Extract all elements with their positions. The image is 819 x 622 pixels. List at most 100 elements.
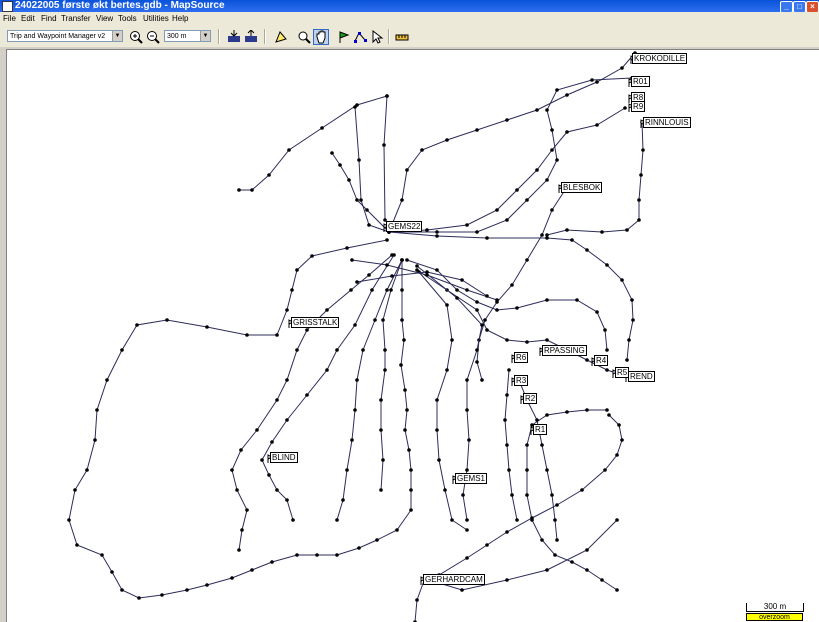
track-point — [505, 218, 509, 222]
waypoint-label[interactable]: GEMS1 — [455, 473, 488, 484]
waypoint-label[interactable]: R1 — [533, 424, 548, 435]
menu-utilities[interactable]: Utilities — [143, 12, 169, 25]
pointer-icon[interactable] — [369, 29, 385, 45]
menu-tools[interactable]: Tools — [118, 12, 137, 25]
route-tool-icon[interactable] — [352, 29, 368, 45]
track-point — [315, 553, 319, 557]
track-line[interactable] — [406, 259, 608, 351]
menu-find[interactable]: Find — [41, 12, 57, 25]
track-point — [623, 106, 627, 110]
track-point — [525, 493, 529, 497]
track-point — [450, 338, 454, 342]
waypoint-label[interactable]: GRISSTALK — [291, 317, 340, 328]
track-line[interactable] — [424, 414, 623, 579]
track-point — [415, 598, 419, 602]
track-line[interactable] — [336, 259, 403, 521]
track-line[interactable] — [261, 254, 395, 521]
track-line[interactable] — [239, 95, 388, 191]
mapsource-app-icon[interactable] — [2, 1, 13, 12]
close-button[interactable]: × — [806, 1, 819, 12]
waypoint-label[interactable]: BLIND — [270, 452, 298, 463]
track-point — [237, 548, 241, 552]
track-point — [465, 518, 469, 522]
track-line[interactable] — [389, 77, 633, 233]
track-point — [530, 516, 534, 520]
track-point — [110, 570, 114, 574]
menu-transfer[interactable]: Transfer — [61, 12, 91, 25]
track-point — [505, 530, 509, 534]
track-point — [605, 408, 609, 412]
waypoint-label[interactable]: RINNLOUIS — [643, 117, 691, 128]
waypoint-label[interactable]: REND — [628, 371, 655, 382]
track-point — [105, 378, 109, 382]
track-point — [335, 348, 339, 352]
zoom-scale-select[interactable]: 300 m ▼ — [164, 30, 211, 42]
track-point — [525, 468, 529, 472]
waypoint-label[interactable]: BLESBOK — [561, 182, 603, 193]
menu-view[interactable]: View — [96, 12, 113, 25]
manager-select[interactable]: Trip and Waypoint Manager v2 ▼ — [7, 30, 123, 42]
zoom-in-icon[interactable] — [128, 29, 144, 45]
waypoint-label[interactable]: R01 — [631, 76, 650, 87]
track-point — [467, 438, 471, 442]
track-point — [553, 518, 557, 522]
track-point — [455, 288, 459, 292]
track-point — [507, 468, 511, 472]
track-point — [383, 368, 387, 372]
track-point — [230, 576, 234, 580]
track-point — [641, 148, 645, 152]
track-line[interactable] — [383, 95, 388, 221]
track-line[interactable] — [518, 379, 558, 541]
track-point — [305, 393, 309, 397]
measure-tool-icon[interactable] — [394, 29, 410, 45]
track-point — [385, 263, 389, 267]
maximize-button[interactable]: □ — [793, 1, 806, 12]
track-point — [435, 234, 439, 238]
track-point — [475, 128, 479, 132]
track-point — [465, 528, 469, 532]
waypoint-label[interactable]: R6 — [514, 352, 529, 363]
menu-help[interactable]: Help — [172, 12, 188, 25]
track-point — [445, 138, 449, 142]
waypoint-label[interactable]: R4 — [594, 355, 609, 366]
hand-pan-icon[interactable] — [313, 29, 329, 45]
waypoint-label[interactable]: GEMS22 — [386, 221, 423, 232]
waypoint-label[interactable]: R9 — [631, 101, 646, 112]
track-point — [330, 151, 334, 155]
minimize-button[interactable]: _ — [780, 1, 793, 12]
map-view[interactable]: KROKODILLE R01 R8 R9 RINNLOUIS BLESBOK G… — [6, 49, 819, 622]
track-point — [545, 298, 549, 302]
track-point — [370, 288, 374, 292]
toolbar-divider — [388, 29, 390, 44]
track-point — [605, 348, 609, 352]
track-point — [355, 280, 359, 284]
track-point — [600, 578, 604, 582]
track-point — [461, 493, 465, 497]
track-line[interactable] — [418, 271, 468, 531]
track-point — [585, 358, 589, 362]
send-to-device-icon[interactable] — [243, 29, 259, 45]
zoom-tool-icon[interactable] — [296, 29, 312, 45]
receive-from-device-icon[interactable] — [226, 29, 242, 45]
track-line[interactable] — [388, 107, 626, 233]
waypoint-label[interactable]: KROKODILLE — [632, 53, 688, 64]
track-point — [637, 198, 641, 202]
menu-edit[interactable]: Edit — [21, 12, 35, 25]
waypoint-label[interactable]: R2 — [523, 393, 538, 404]
track-point — [353, 105, 357, 109]
select-tool-icon[interactable] — [273, 29, 289, 45]
track-point — [320, 126, 324, 130]
waypoint-label[interactable]: R3 — [514, 375, 529, 386]
track-point — [420, 148, 424, 152]
track-point — [639, 173, 643, 177]
track-point — [425, 270, 429, 274]
menu-file[interactable]: File — [3, 12, 16, 25]
waypoint-label[interactable]: RPASSING — [542, 345, 587, 356]
track-point — [285, 308, 289, 312]
waypoint-tool-icon[interactable] — [335, 29, 351, 45]
track-point — [540, 443, 544, 447]
track-point — [545, 178, 549, 182]
track-line[interactable] — [380, 259, 403, 491]
waypoint-label[interactable]: GERHARDCAM — [423, 574, 485, 585]
zoom-out-icon[interactable] — [145, 29, 161, 45]
